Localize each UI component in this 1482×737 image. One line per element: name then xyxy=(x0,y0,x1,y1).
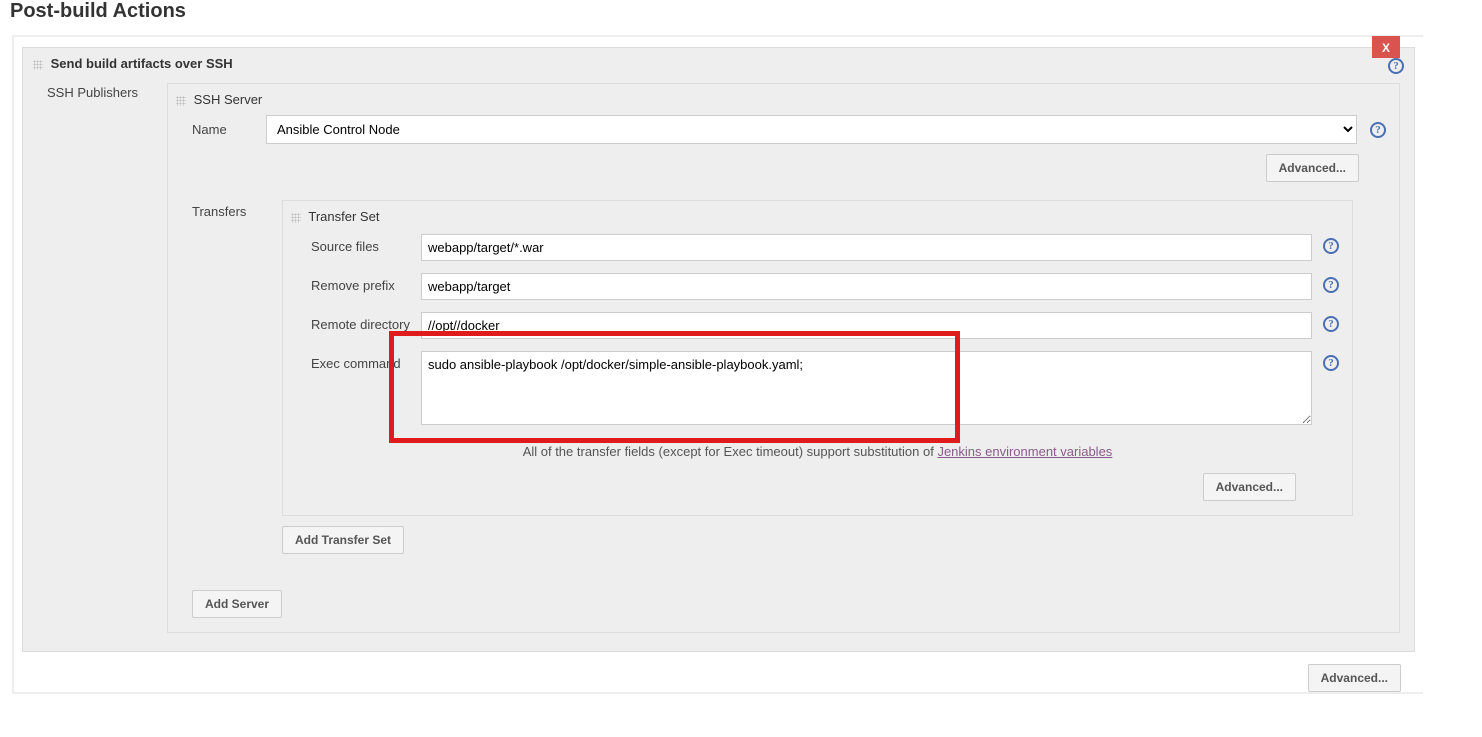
help-icon[interactable]: ? xyxy=(1323,238,1339,254)
bottom-advanced-button[interactable]: Advanced... xyxy=(1308,664,1401,692)
name-label: Name xyxy=(176,122,266,137)
help-icon[interactable]: ? xyxy=(1370,122,1386,138)
note-text: All of the transfer fields (except for E… xyxy=(523,444,938,459)
ssh-publisher-panel: SSH Server Name Ansible Control Node ? A… xyxy=(167,83,1400,633)
source-files-label: Source files xyxy=(291,234,421,254)
help-icon[interactable]: ? xyxy=(1323,316,1339,332)
add-transfer-set-button[interactable]: Add Transfer Set xyxy=(282,526,404,554)
help-icon[interactable]: ? xyxy=(1323,355,1339,371)
drag-handle-icon[interactable] xyxy=(291,213,301,223)
remove-prefix-input[interactable] xyxy=(421,273,1312,300)
page-title: Post-build Actions xyxy=(10,0,1472,23)
drag-handle-icon[interactable] xyxy=(176,96,186,106)
transfers-label: Transfers xyxy=(192,200,282,516)
transfer-advanced-button[interactable]: Advanced... xyxy=(1203,473,1296,501)
exec-command-label: Exec command xyxy=(291,351,421,371)
source-files-input[interactable] xyxy=(421,234,1312,261)
section-header: Send build artifacts over SSH xyxy=(23,48,1414,77)
transfer-set-header: Transfer Set xyxy=(308,209,379,224)
close-button[interactable]: X xyxy=(1372,36,1400,58)
ssh-server-name-select[interactable]: Ansible Control Node xyxy=(266,115,1357,144)
help-icon[interactable]: ? xyxy=(1388,58,1404,74)
section-title: Send build artifacts over SSH xyxy=(51,56,233,71)
ssh-publishers-label: SSH Publishers xyxy=(47,83,167,633)
help-icon[interactable]: ? xyxy=(1323,277,1339,293)
drag-handle-icon[interactable] xyxy=(33,60,43,70)
add-server-button[interactable]: Add Server xyxy=(192,590,282,618)
jenkins-env-vars-link[interactable]: Jenkins environment variables xyxy=(937,444,1112,459)
remote-directory-label: Remote directory xyxy=(291,312,421,332)
ssh-server-advanced-button[interactable]: Advanced... xyxy=(1266,154,1359,182)
transfer-set-panel: Transfer Set Source files ? Remove pr xyxy=(282,200,1353,516)
substitution-note: All of the transfer fields (except for E… xyxy=(291,434,1344,467)
send-ssh-section: X ? Send build artifacts over SSH SSH Pu… xyxy=(22,47,1415,652)
exec-command-textarea[interactable] xyxy=(421,351,1312,425)
ssh-server-header: SSH Server xyxy=(194,92,263,107)
remove-prefix-label: Remove prefix xyxy=(291,273,421,293)
remote-directory-input[interactable] xyxy=(421,312,1312,339)
post-build-outer: X ? Send build artifacts over SSH SSH Pu… xyxy=(12,35,1423,694)
